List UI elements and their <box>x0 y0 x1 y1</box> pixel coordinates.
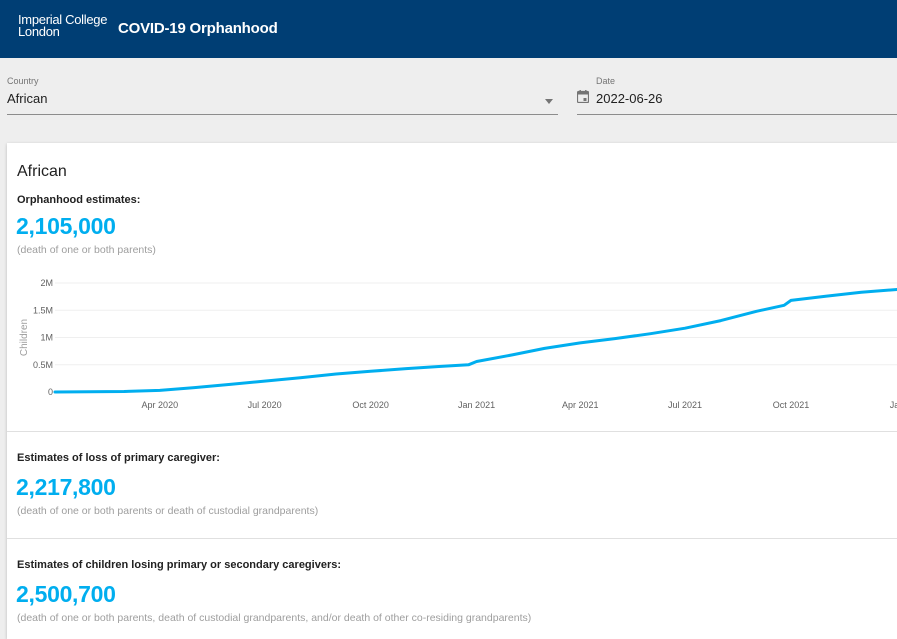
primary-secondary-caregivers-value: 2,500,700 <box>16 581 116 607</box>
date-field[interactable]: Date 2022-06-26 <box>577 74 897 115</box>
country-select[interactable]: Country African <box>7 74 558 115</box>
chevron-down-icon[interactable] <box>545 99 553 104</box>
date-label: Date <box>596 76 616 86</box>
orphanhood-value: 2,105,000 <box>16 213 116 239</box>
x-tick-label: Jul 2021 <box>668 400 702 410</box>
country-label: Country <box>7 76 39 86</box>
y-tick-label: 0 <box>48 387 53 397</box>
orphanhood-line-chart[interactable]: 0 0.5M 1M 1.5M 2M Children Apr 2020 Jul 2020 Oct… <box>7 261 897 411</box>
primary-caregiver-value: 2,217,800 <box>16 474 116 500</box>
primary-caregiver-label: Estimates of loss of primary caregiver: <box>17 452 220 464</box>
y-tick-label: 1M <box>40 333 53 343</box>
y-axis-label: Children <box>19 319 30 356</box>
imperial-college-logo[interactable]: Imperial College London <box>18 13 107 39</box>
x-tick-label: Jan <box>890 400 897 410</box>
y-tick-label: 2M <box>40 278 53 288</box>
y-tick-label: 1.5M <box>33 305 53 315</box>
x-tick-label: Apr 2020 <box>142 400 179 410</box>
divider <box>7 538 897 539</box>
orphanhood-label: Orphanhood estimates: <box>17 194 141 206</box>
region-title: African <box>17 163 67 180</box>
app-title: COVID-19 Orphanhood <box>118 20 278 37</box>
x-tick-label: Oct 2020 <box>352 400 389 410</box>
divider <box>7 431 897 432</box>
primary-secondary-caregivers-note: (death of one or both parents, death of … <box>17 612 532 624</box>
estimates-card: African Orphanhood estimates: 2,105,000 … <box>7 143 897 639</box>
date-value[interactable]: 2022-06-26 <box>596 91 663 106</box>
country-value[interactable]: African <box>7 91 47 106</box>
x-tick-label: Jul 2020 <box>248 400 282 410</box>
x-tick-label: Apr 2021 <box>562 400 599 410</box>
orphanhood-note: (death of one or both parents) <box>17 244 156 256</box>
x-tick-label: Jan 2021 <box>458 400 495 410</box>
primary-caregiver-note: (death of one or both parents or death o… <box>17 505 319 517</box>
logo-line-2: London <box>18 24 60 39</box>
app-header: Imperial College London COVID-19 Orphanh… <box>0 0 897 58</box>
y-tick-label: 0.5M <box>33 360 53 370</box>
orphanhood-series-line <box>53 288 897 394</box>
x-tick-label: Oct 2021 <box>773 400 810 410</box>
calendar-icon[interactable] <box>577 90 589 103</box>
primary-secondary-caregivers-label: Estimates of children losing primary or … <box>17 559 342 571</box>
filter-bar: Country African Date 2022-06-26 <box>0 58 897 142</box>
